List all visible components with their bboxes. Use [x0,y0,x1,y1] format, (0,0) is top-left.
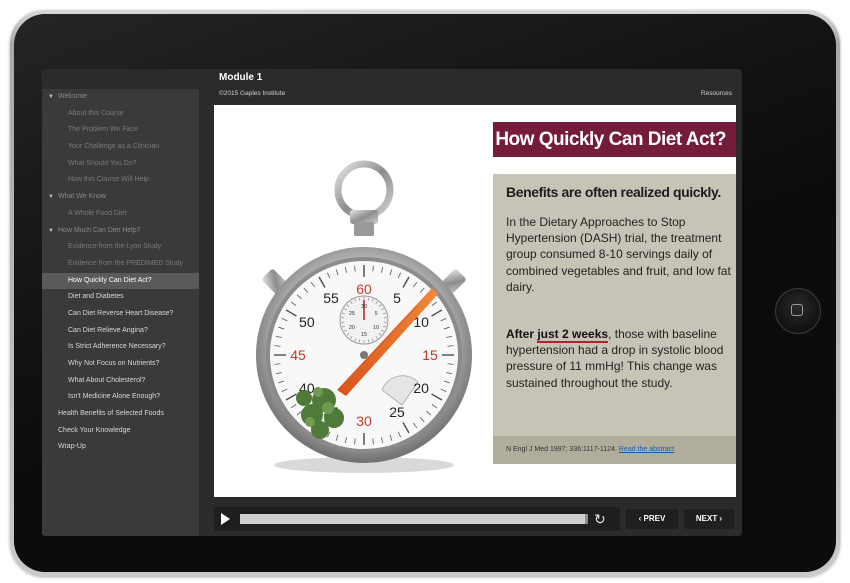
info-panel: Benefits are often realized quickly. In … [493,174,736,464]
module-title: Module 1 [219,72,263,83]
caret-down-icon: ▼ [48,227,54,234]
caret-down-icon: ▼ [48,94,54,100]
outline-item-label: Welcome [58,93,88,100]
stopwatch-illustration: 60510152025303540455055 30510152025 [256,160,472,473]
read-abstract-link[interactable]: Read the abstract [619,446,674,453]
info-heading: Benefits are often realized quickly. [506,184,721,200]
dial-number: 15 [422,347,438,363]
outline-item-label: Why Not Focus on Nutrients? [68,360,160,367]
subdial-number: 15 [361,332,367,338]
outline-item-label: What We Know [58,193,107,201]
course-outline-sidebar: ▼ Welcome About this Course The Problem We … [42,89,199,536]
dial-number: 30 [356,413,372,429]
outline-topic[interactable]: Health Benefits of Selected Foods [42,406,199,423]
outline-item-label: Isn't Medicine Alone Enough? [68,393,161,401]
progress-slider[interactable] [240,514,588,524]
outline-item-label: What Should You Do? [68,159,137,167]
dial-number: 55 [323,290,339,306]
citation-text: N Engl J Med 1997; 336:1117-1124. Read t… [506,446,674,453]
dial-number: 45 [290,347,306,363]
outline-item-label: About this Course [68,109,124,117]
home-square-icon [791,304,803,316]
outline-section[interactable]: ▼ Welcome [42,89,199,106]
outline-item-label: Health Benefits of Selected Foods [58,410,164,418]
outline-section[interactable]: ▼ What We Know [42,189,199,206]
just-2-weeks-text: just 2 weeks [537,327,609,343]
outline-item-label: Wrap-Up [58,443,86,451]
dial-number: 5 [393,290,401,306]
outline-item[interactable]: What About Cholesterol? [42,373,199,390]
outline-item[interactable]: About this Course [42,106,199,123]
outline-item-label: A Whole Food Diet [68,209,127,217]
outline-item[interactable]: What Should You Do? [42,156,199,173]
dial-number: 50 [299,314,315,330]
outline-list: ▼ Welcome About this Course The Problem We … [42,89,199,456]
subdial-number: 10 [373,325,379,331]
outline-item-label: How this Course Will Help [68,176,149,184]
resources-link[interactable]: Resources [701,90,732,97]
info-paragraph-2: After just 2 weeks, those with baseline … [506,326,732,391]
play-icon[interactable] [221,513,230,525]
outline-item-label: Your Challenge as a Clinician [68,143,160,151]
subdial-number: 30 [361,304,367,310]
playback-bar: ↻ [214,507,620,531]
next-button[interactable]: NEXT › [684,509,734,529]
home-button[interactable] [775,288,821,334]
after-text: After [506,327,538,341]
outline-item-label: What About Cholesterol? [68,376,146,384]
outline-topic[interactable]: Wrap-Up [42,439,199,456]
slide-area: 60510152025303540455055 30510152025 How … [214,105,736,497]
outline-item-label: Diet and Diabetes [68,293,124,301]
outline-item-label: How Quickly Can Diet Act? [68,276,152,284]
outline-item[interactable]: A Whole Food Diet [42,206,199,223]
dial-number: 60 [356,281,372,297]
outline-item[interactable]: How this Course Will Help [42,172,199,189]
outline-topic[interactable]: Check Your Knowledge [42,423,199,440]
citation-reference: N Engl J Med 1997; 336:1117-1124. [506,446,619,453]
replay-icon[interactable]: ↻ [594,510,606,528]
outline-item-label: How Much Can Diet Help? [58,226,141,234]
outline-item[interactable]: Your Challenge as a Clinician [42,139,199,156]
outline-item-label: Check Your Knowledge [58,426,131,434]
outline-item[interactable]: Evidence from the Lyon Study [42,239,199,256]
outline-section[interactable]: ▼ How Much Can Diet Help? [42,223,199,240]
outline-item[interactable]: Can Diet Relieve Angina? [42,323,199,340]
course-player: Module 1 ▼ Welcome About this Course The Pr… [42,69,742,536]
outline-item[interactable]: Isn't Medicine Alone Enough? [42,389,199,406]
caret-down-icon: ▼ [48,194,54,201]
outline-item-label: The Problem We Face [68,126,138,134]
outline-item[interactable]: Why Not Focus on Nutrients? [42,356,199,373]
subdial-number: 20 [349,325,355,331]
outline-item[interactable]: Evidence from the PREDIMED Study [42,256,199,273]
outline-item-label: Can Diet Reverse Heart Disease? [68,309,174,317]
outline-item-label: Evidence from the PREDIMED Study [68,259,184,267]
info-paragraph-1: In the Dietary Approaches to Stop Hypert… [506,215,731,294]
outline-item-label: Evidence from the Lyon Study [68,243,162,251]
outline-item[interactable]: The Problem We Face [42,122,199,139]
citation-bar: N Engl J Med 1997; 336:1117-1124. Read t… [493,436,736,464]
progress-fill [240,514,585,524]
outline-item[interactable]: Is Strict Adherence Necessary? [42,339,199,356]
outline-item[interactable]: Diet and Diabetes [42,289,199,306]
outline-item[interactable]: Can Diet Reverse Heart Disease? [42,306,199,323]
dial-number: 25 [389,404,405,420]
outline-item-label: Can Diet Relieve Angina? [68,326,148,334]
copyright-text: ©2015 Gaples Institute [219,90,286,97]
dial-number: 20 [413,380,429,396]
outline-item[interactable]: How Quickly Can Diet Act? [42,272,199,290]
slide-title-banner: How Quickly Can Diet Act? [493,122,736,157]
subdial-number: 5 [375,311,378,317]
outline-item-label: Is Strict Adherence Necessary? [68,343,166,351]
playback-controls: ↻ ‹ PREV NEXT › [214,507,736,531]
prev-button[interactable]: ‹ PREV [626,509,678,529]
subdial-number: 25 [349,311,355,317]
